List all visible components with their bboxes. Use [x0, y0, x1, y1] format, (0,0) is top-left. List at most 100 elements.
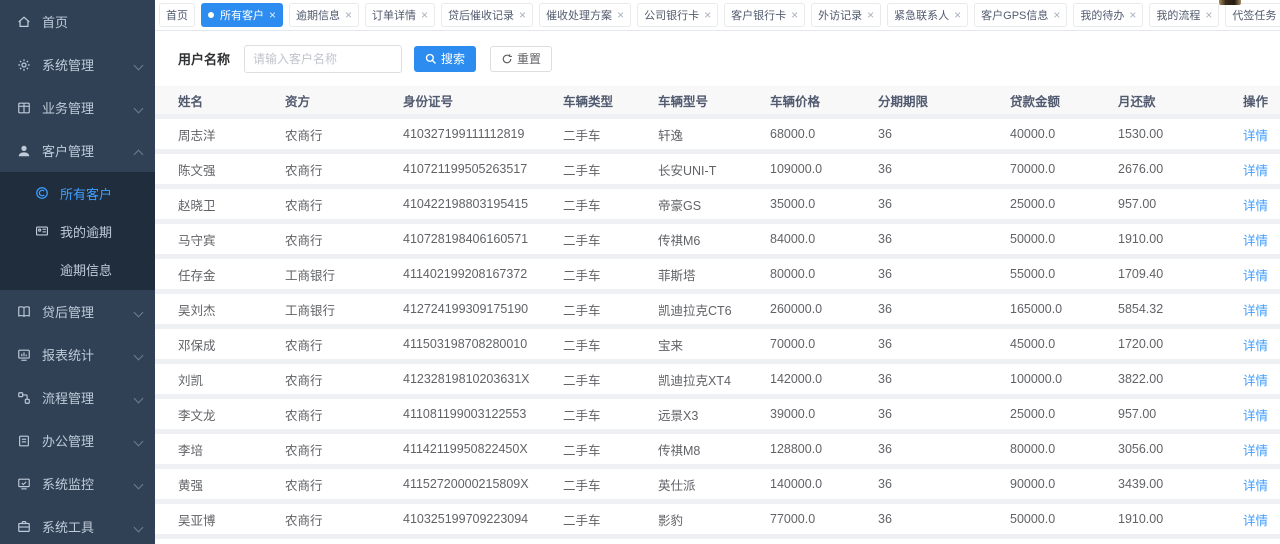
table-cell: 英仕派: [658, 475, 770, 494]
sidebar-subitem[interactable]: 所有客户: [0, 174, 155, 212]
search-field-label: 用户名称: [178, 49, 230, 68]
sidebar-item[interactable]: 首页: [0, 0, 155, 43]
search-input[interactable]: [244, 45, 402, 73]
sidebar-item[interactable]: 贷后管理: [0, 290, 155, 333]
close-icon[interactable]: ×: [704, 9, 711, 21]
table-cell: 轩逸: [658, 125, 770, 144]
sidebar-item[interactable]: 办公管理: [0, 419, 155, 462]
sidebar-subitem-label: 所有客户: [60, 184, 143, 203]
op-cell: 详情: [1243, 125, 1280, 144]
detail-link[interactable]: 详情: [1243, 444, 1268, 458]
column-header: 姓名: [178, 91, 285, 110]
table-cell: 5854.32: [1118, 302, 1243, 316]
table-cell: 84000.0: [770, 232, 878, 246]
close-icon[interactable]: ×: [1205, 9, 1212, 21]
close-icon[interactable]: ×: [345, 9, 352, 21]
close-icon[interactable]: ×: [519, 9, 526, 21]
tab-紧急联系人[interactable]: 紧急联系人×: [887, 3, 968, 27]
table-cell: 二手车: [563, 370, 658, 389]
sidebar-item-label: 首页: [42, 12, 143, 31]
search-button[interactable]: 搜索: [414, 46, 476, 72]
detail-link[interactable]: 详情: [1243, 339, 1268, 353]
tab-外访记录[interactable]: 外访记录×: [811, 3, 881, 27]
table-cell: 35000.0: [770, 197, 878, 211]
table-cell: 传祺M6: [658, 230, 770, 249]
column-header: 分期期限: [878, 91, 1010, 110]
detail-link[interactable]: 详情: [1243, 164, 1268, 178]
detail-link[interactable]: 详情: [1243, 199, 1268, 213]
tab-公司银行卡[interactable]: 公司银行卡×: [637, 3, 718, 27]
tab-代签任务[interactable]: 代签任务×: [1225, 3, 1280, 27]
avatar[interactable]: [1219, 0, 1241, 5]
close-icon[interactable]: ×: [867, 9, 874, 21]
chevron-down-icon: [135, 480, 143, 488]
table-cell: 3822.00: [1118, 372, 1243, 386]
detail-link[interactable]: 详情: [1243, 304, 1268, 318]
table-cell: 陈文强: [178, 160, 285, 179]
sidebar-item[interactable]: 流程管理: [0, 376, 155, 419]
tab-订单详情[interactable]: 订单详情×: [365, 3, 435, 27]
column-header: 车辆型号: [658, 91, 770, 110]
tab-催收处理方案[interactable]: 催收处理方案×: [539, 3, 631, 27]
table-cell: 赵晓卫: [178, 195, 285, 214]
table-cell: 二手车: [563, 405, 658, 424]
tab-首页[interactable]: 首页: [159, 3, 195, 27]
table-row: 陈文强农商行410721199505263517二手车长安UNI-T109000…: [155, 154, 1280, 184]
sidebar-item[interactable]: 系统工具: [0, 505, 155, 544]
tab-贷后催收记录[interactable]: 贷后催收记录×: [441, 3, 533, 27]
detail-link[interactable]: 详情: [1243, 409, 1268, 423]
sidebar-item[interactable]: 系统管理: [0, 43, 155, 86]
column-header: 贷款金额: [1010, 91, 1118, 110]
sidebar-item[interactable]: 报表统计: [0, 333, 155, 376]
sidebar-subitem[interactable]: 逾期信息: [0, 250, 155, 288]
close-icon[interactable]: ×: [1129, 9, 1136, 21]
close-icon[interactable]: ×: [269, 9, 276, 21]
close-icon[interactable]: ×: [1053, 9, 1060, 21]
column-header: 车辆类型: [563, 91, 658, 110]
table-cell: 140000.0: [770, 477, 878, 491]
sidebar-item[interactable]: 系统监控: [0, 462, 155, 505]
tab-客户GPS信息[interactable]: 客户GPS信息×: [974, 3, 1067, 27]
detail-link[interactable]: 详情: [1243, 514, 1268, 528]
tab-客户银行卡[interactable]: 客户银行卡 ×: [724, 3, 805, 27]
chevron-down-icon: [135, 308, 143, 316]
column-header: 身份证号: [403, 91, 563, 110]
close-icon[interactable]: ×: [791, 9, 798, 21]
detail-link[interactable]: 详情: [1243, 374, 1268, 388]
close-icon[interactable]: ×: [617, 9, 624, 21]
sidebar-item-label: 业务管理: [42, 98, 135, 117]
reset-button[interactable]: 重置: [490, 46, 552, 72]
refresh-icon: [501, 53, 513, 65]
home-icon: [16, 14, 32, 30]
close-icon[interactable]: ×: [954, 9, 961, 21]
table-cell: 二手车: [563, 510, 658, 529]
monitor-icon: [16, 476, 32, 492]
tab-我的流程[interactable]: 我的流程×: [1149, 3, 1219, 27]
office-icon: [16, 433, 32, 449]
table-cell: 长安UNI-T: [658, 160, 770, 179]
close-icon[interactable]: ×: [421, 9, 428, 21]
tab-我的待办[interactable]: 我的待办×: [1073, 3, 1143, 27]
detail-link[interactable]: 详情: [1243, 129, 1268, 143]
table-cell: 412724199309175190: [403, 302, 563, 316]
sidebar-item[interactable]: 业务管理: [0, 86, 155, 129]
tab-所有客户[interactable]: 所有客户×: [201, 3, 283, 27]
tab-逾期信息[interactable]: 逾期信息×: [289, 3, 359, 27]
op-cell: 详情: [1243, 230, 1280, 249]
table-cell: 远景X3: [658, 405, 770, 424]
table-cell: 农商行: [285, 160, 403, 179]
table-row: 周志洋农商行410327199111112819二手车轩逸68000.03640…: [155, 119, 1280, 149]
op-cell: 详情: [1243, 160, 1280, 179]
table-cell: 36: [878, 302, 1010, 316]
detail-link[interactable]: 详情: [1243, 269, 1268, 283]
tab-label: 客户银行卡: [731, 7, 786, 23]
table-row: 马守宾农商行410728198406160571二手车传祺M684000.036…: [155, 224, 1280, 254]
search-section: 用户名称 搜索 重置: [155, 31, 1280, 87]
table-cell: 410327199111112819: [403, 127, 563, 141]
sidebar-subitem[interactable]: 我的逾期: [0, 212, 155, 250]
detail-link[interactable]: 详情: [1243, 479, 1268, 493]
detail-link[interactable]: 详情: [1243, 234, 1268, 248]
table-cell: 68000.0: [770, 127, 878, 141]
sidebar-item[interactable]: 客户管理: [0, 129, 155, 172]
table-cell: 80000.0: [770, 267, 878, 281]
